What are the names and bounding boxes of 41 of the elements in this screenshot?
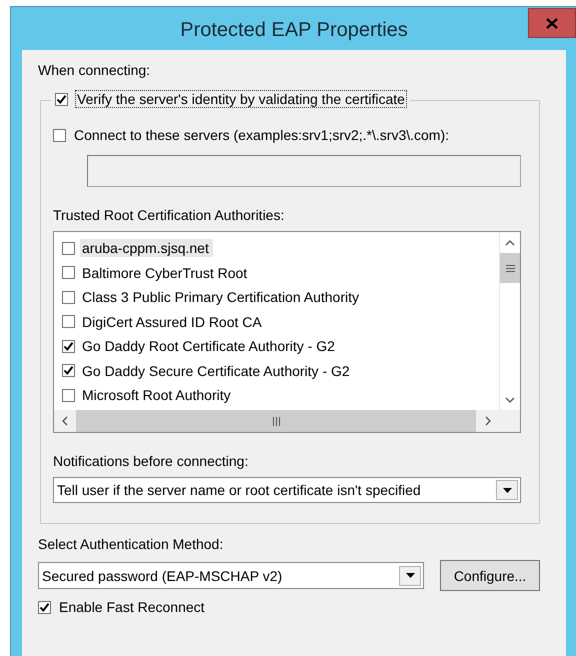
list-item[interactable]: Microsoft Root Authority (80, 386, 235, 404)
checkbox[interactable] (62, 242, 75, 255)
scroll-right-icon (485, 416, 491, 426)
notifications-dropdown[interactable]: Tell user if the server name or root certificate isn't specified (53, 477, 521, 503)
checkbox[interactable] (62, 364, 75, 378)
checkbox-label[interactable]: Enable Fast Reconnect (59, 599, 205, 615)
close-icon (546, 18, 558, 28)
vertical-scrollbar[interactable] (499, 232, 520, 410)
section-label: When connecting: (38, 62, 152, 78)
servers-input-field[interactable] (87, 155, 521, 187)
checkbox[interactable] (53, 128, 66, 142)
list-item[interactable]: Baltimore CyberTrust Root (80, 264, 252, 282)
list-item[interactable]: aruba-cppm.sjsq.net (80, 239, 213, 258)
checkbox[interactable] (62, 266, 75, 280)
window-title: Protected EAP Properties (180, 19, 408, 42)
configure-button[interactable]: Configure... (440, 560, 540, 591)
close-button[interactable] (528, 8, 576, 38)
dropdown-label: Notifications before connecting: (53, 453, 250, 469)
dropdown-arrow-icon (502, 488, 512, 492)
list-label: Trusted Root Certification Authorities: (53, 207, 286, 223)
checkbox-label[interactable]: Connect to these servers (examples:srv1;srv2;.*\.srv3\.com): (74, 127, 450, 143)
list-item[interactable]: Go Daddy Secure Certificate Authority - G2 (80, 362, 354, 380)
dropdown-label: Select Authentication Method: (38, 536, 224, 552)
list-item[interactable]: DigiCert Assured ID Root CA (80, 312, 266, 331)
grip-icon (506, 264, 514, 272)
checkbox[interactable] (62, 388, 75, 402)
list-item[interactable]: Go Daddy Root Certificate Authority - G2 (80, 337, 339, 356)
checkbox[interactable] (62, 315, 75, 328)
checkbox[interactable] (62, 290, 75, 304)
checkbox[interactable] (38, 600, 51, 614)
grip-icon (272, 416, 280, 426)
scroll-up-icon (505, 240, 515, 246)
dropdown-arrow-icon (406, 573, 414, 578)
list-item[interactable]: Class 3 Public Primary Certification Authority (80, 288, 363, 306)
scroll-down-icon (505, 396, 515, 402)
checkbox[interactable] (62, 340, 75, 353)
auth-method-dropdown[interactable]: Secured password (EAP-MSCHAP v2) (38, 562, 424, 589)
checkbox[interactable] (55, 92, 68, 106)
scrollbar-corner (499, 410, 520, 432)
scroll-left-icon (62, 416, 68, 426)
scroll-thumb[interactable] (500, 253, 520, 283)
